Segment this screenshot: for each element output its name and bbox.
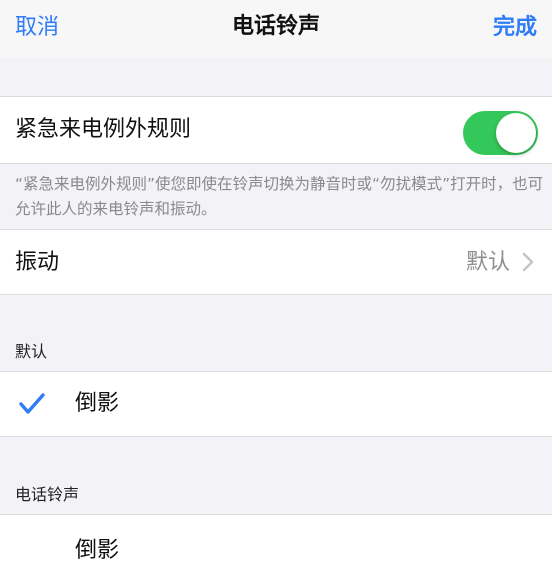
vibration-label: 振动	[15, 250, 60, 275]
default-ringtone-label: 倒影	[75, 391, 120, 416]
done-button[interactable]: 完成	[493, 13, 537, 43]
ringtone-row[interactable]: 倒影	[0, 514, 552, 574]
vibration-row[interactable]: 振动 默认	[0, 229, 552, 295]
emergency-bypass-row: 紧急来电例外规则	[0, 96, 552, 164]
toggle-knob	[496, 113, 536, 153]
emergency-bypass-footnote: “紧急来电例外规则”使您即使在铃声切换为静音时或“勿扰模式”打开时，也可允许此人…	[15, 175, 544, 218]
emergency-bypass-toggle[interactable]	[463, 111, 538, 155]
default-section-header: 默认	[15, 342, 48, 361]
ringtones-section-header: 电话铃声	[15, 485, 80, 504]
vibration-value: 默认	[465, 250, 510, 275]
emergency-bypass-label: 紧急来电例外规则	[15, 117, 192, 142]
checkmark-icon	[19, 393, 45, 414]
navigation-bar: 取消 电话铃声 完成	[0, 0, 552, 58]
chevron-right-icon	[522, 252, 534, 272]
ringtone-label: 倒影	[75, 538, 120, 563]
default-ringtone-row[interactable]: 倒影	[0, 371, 552, 437]
page-title: 电话铃声	[231, 14, 320, 39]
